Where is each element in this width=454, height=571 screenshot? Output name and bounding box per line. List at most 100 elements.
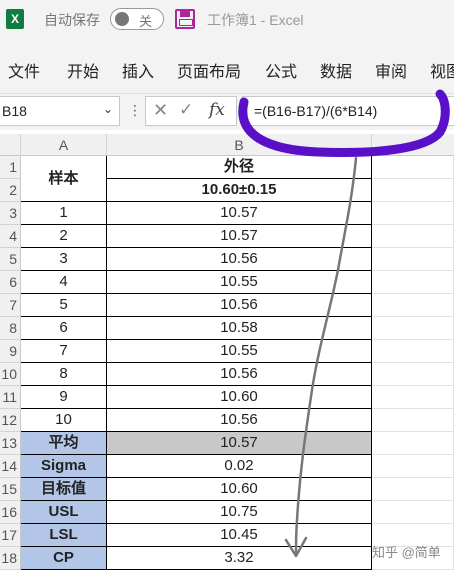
cell-sample-id[interactable]: 9 xyxy=(21,386,107,409)
cell-stat-label[interactable]: Sigma xyxy=(21,455,107,478)
row-header[interactable]: 13 xyxy=(0,432,21,455)
formula-text: =(B16-B17)/(6*B14) xyxy=(254,103,378,119)
cell-sample-value[interactable]: 10.57 xyxy=(107,202,372,225)
gridline xyxy=(372,500,454,501)
excel-icon[interactable]: X xyxy=(6,9,24,29)
tab-review[interactable]: 审阅 xyxy=(375,58,407,82)
check-icon[interactable]: ✓ xyxy=(179,100,193,120)
cell-param-name[interactable]: 外径 xyxy=(107,156,372,179)
cell-sample-id[interactable]: 10 xyxy=(21,409,107,432)
cell-sample-id[interactable]: 5 xyxy=(21,294,107,317)
tab-page-layout[interactable]: 页面布局 xyxy=(177,58,241,82)
spreadsheet-grid[interactable]: A B 1 2 3 4 5 6 7 8 9 10 11 12 13 14 15 16 17 18 样本 外径 10.60… xyxy=(0,134,454,571)
row-header[interactable]: 15 xyxy=(0,478,21,501)
cell-stat-value[interactable]: 10.60 xyxy=(107,478,372,501)
gridline xyxy=(372,247,454,248)
cell-sample-id[interactable]: 6 xyxy=(21,317,107,340)
cell-sample-value[interactable]: 10.56 xyxy=(107,294,372,317)
chevron-down-icon[interactable]: ⌄ xyxy=(103,102,113,116)
formula-input[interactable]: =(B16-B17)/(6*B14) xyxy=(242,96,454,126)
name-box-value: B18 xyxy=(2,103,27,119)
row-header[interactable]: 3 xyxy=(0,202,21,225)
name-box[interactable]: B18 ⌄ xyxy=(0,96,120,126)
cell-stat-label[interactable]: 平均 xyxy=(21,432,107,455)
cell-stat-label[interactable]: 目标值 xyxy=(21,478,107,501)
cell-stat-label[interactable]: LSL xyxy=(21,524,107,547)
tab-view[interactable]: 视图 xyxy=(430,58,454,82)
tab-data[interactable]: 数据 xyxy=(320,58,352,82)
row-header[interactable]: 11 xyxy=(0,386,21,409)
gridline xyxy=(372,339,454,340)
formula-buttons: ✕ ✓ fx xyxy=(145,96,237,126)
document-title: 工作簿1 - Excel xyxy=(207,12,304,28)
cell-stat-value[interactable]: 0.02 xyxy=(107,455,372,478)
gridline xyxy=(372,293,454,294)
ribbon-tabs: 文件 开始 插入 页面布局 公式 数据 审阅 视图 xyxy=(0,38,454,94)
more-options-icon[interactable]: ⋮ xyxy=(128,102,142,119)
gridline xyxy=(372,454,454,455)
save-icon[interactable] xyxy=(175,9,195,29)
cell-stat-value[interactable]: 10.57 xyxy=(107,432,372,455)
row-header[interactable]: 8 xyxy=(0,317,21,340)
cell-sample-id[interactable]: 7 xyxy=(21,340,107,363)
row-header[interactable]: 12 xyxy=(0,409,21,432)
column-header-b[interactable]: B xyxy=(107,134,372,156)
gridline xyxy=(372,316,454,317)
gridline xyxy=(372,408,454,409)
autosave-label: 自动保存 xyxy=(44,12,100,28)
column-header-c[interactable] xyxy=(372,134,454,156)
gridline xyxy=(372,178,454,179)
row-header[interactable]: 7 xyxy=(0,294,21,317)
cell-stat-value[interactable]: 3.32 xyxy=(107,547,372,570)
gridline xyxy=(372,523,454,524)
tab-home[interactable]: 开始 xyxy=(67,58,99,82)
row-header[interactable]: 14 xyxy=(0,455,21,478)
autosave-state: 关 xyxy=(139,14,153,29)
cell-sample-id[interactable]: 4 xyxy=(21,271,107,294)
insert-function-icon[interactable]: fx xyxy=(209,100,225,120)
row-header[interactable]: 1 xyxy=(0,156,21,179)
gridline xyxy=(372,224,454,225)
tab-file[interactable]: 文件 xyxy=(8,58,40,82)
gridline xyxy=(372,270,454,271)
cell-sample-value[interactable]: 10.57 xyxy=(107,225,372,248)
cell-stat-value[interactable]: 10.45 xyxy=(107,524,372,547)
row-header[interactable]: 17 xyxy=(0,524,21,547)
cell-sample-value[interactable]: 10.55 xyxy=(107,340,372,363)
column-header-a[interactable]: A xyxy=(21,134,107,156)
cell-sample-id[interactable]: 1 xyxy=(21,202,107,225)
row-header[interactable]: 16 xyxy=(0,501,21,524)
row-header[interactable]: 4 xyxy=(0,225,21,248)
cell-stat-value[interactable]: 10.75 xyxy=(107,501,372,524)
cell-sample-value[interactable]: 10.55 xyxy=(107,271,372,294)
cell-sample-value[interactable]: 10.60 xyxy=(107,386,372,409)
cell-stat-label[interactable]: USL xyxy=(21,501,107,524)
gridline xyxy=(372,201,454,202)
cell-stat-label[interactable]: CP xyxy=(21,547,107,570)
row-header[interactable]: 10 xyxy=(0,363,21,386)
gridline xyxy=(372,477,454,478)
row-header[interactable]: 9 xyxy=(0,340,21,363)
cell-sample-id[interactable]: 3 xyxy=(21,248,107,271)
formula-bar: B18 ⌄ ⋮ ✕ ✓ fx =(B16-B17)/(6*B14) xyxy=(0,94,454,130)
row-header[interactable]: 5 xyxy=(0,248,21,271)
select-all-corner[interactable] xyxy=(0,134,21,156)
tab-insert[interactable]: 插入 xyxy=(122,58,154,82)
cell-sample-id[interactable]: 8 xyxy=(21,363,107,386)
cell-sample-id[interactable]: 2 xyxy=(21,225,107,248)
cancel-icon[interactable]: ✕ xyxy=(153,100,168,121)
cell-sample-value[interactable]: 10.56 xyxy=(107,363,372,386)
watermark: 知乎 @简单 xyxy=(372,545,441,560)
row-header[interactable]: 18 xyxy=(0,547,21,570)
cell-spec[interactable]: 10.60±0.15 xyxy=(107,179,372,202)
autosave-toggle[interactable]: 关 xyxy=(110,8,164,30)
row-header[interactable]: 6 xyxy=(0,271,21,294)
tab-formulas[interactable]: 公式 xyxy=(265,58,297,82)
gridline xyxy=(372,569,454,570)
cell-sample-value[interactable]: 10.56 xyxy=(107,248,372,271)
cell-sample-label[interactable]: 样本 xyxy=(21,156,107,202)
cell-sample-value[interactable]: 10.58 xyxy=(107,317,372,340)
cell-sample-value[interactable]: 10.56 xyxy=(107,409,372,432)
row-header[interactable]: 2 xyxy=(0,179,21,202)
gridline xyxy=(372,362,454,363)
